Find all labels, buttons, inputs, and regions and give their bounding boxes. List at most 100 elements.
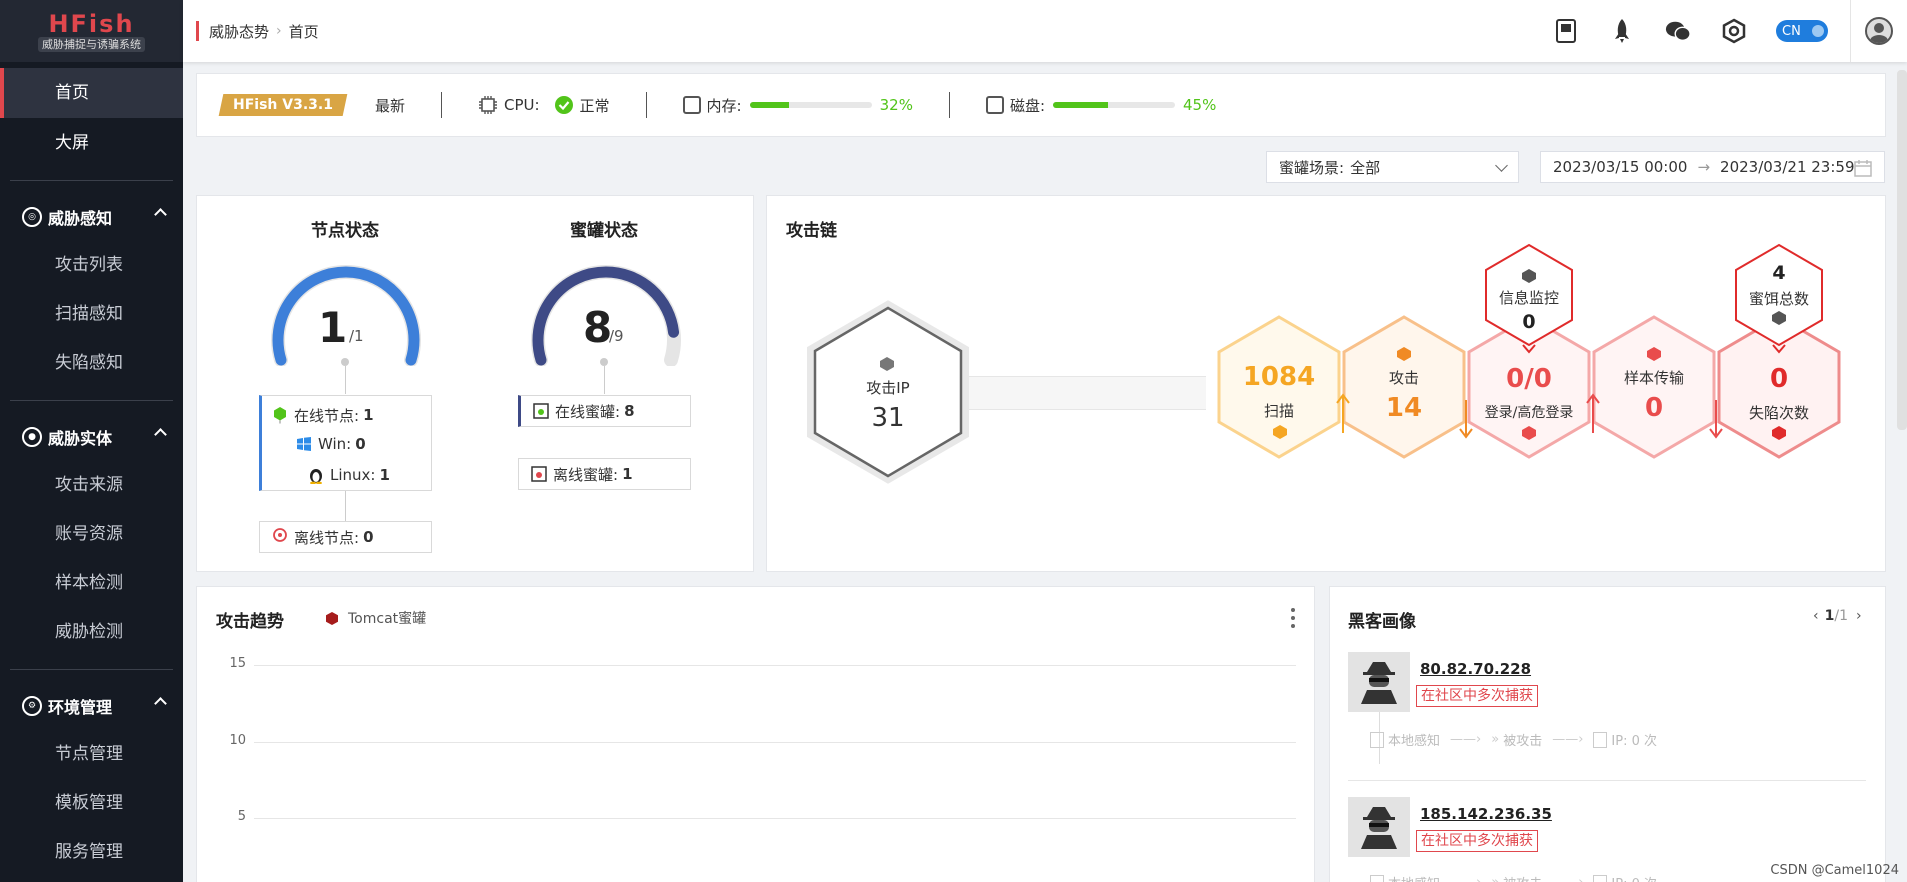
language-label: CN [1782, 23, 1801, 39]
shield-icon: ● [22, 427, 42, 447]
bait-value[interactable]: 4 [1724, 262, 1834, 284]
pager-total: /1 [1834, 608, 1848, 624]
hacker-ip-link[interactable]: 185.142.236.35 [1420, 805, 1552, 823]
check-circle-icon [554, 95, 574, 115]
nav-home[interactable]: 首页 [0, 68, 183, 118]
fall-value[interactable]: 0 [1734, 364, 1824, 394]
more-options-icon[interactable] [1290, 608, 1296, 628]
hacker-chain: 本地感知 ——› » 被攻击 ——› IP: 0 次 [1370, 873, 1657, 882]
nav-account-resource[interactable]: 账号资源 [0, 510, 183, 559]
disk-progress [1053, 102, 1176, 108]
arrow-right-icon: ——› [1450, 875, 1481, 882]
nav-sample-detection[interactable]: 样本检测 [0, 559, 183, 608]
attack-chain-diagram [807, 243, 1841, 484]
breadcrumb-item[interactable]: 威胁态势 [209, 21, 269, 42]
date-range-picker[interactable]: 2023/03/15 00:00 → 2023/03/21 23:59 [1540, 151, 1885, 183]
attack-chevron-icon: » [1491, 875, 1499, 882]
sidebar: HFish 威胁捕捉与诱骗系统 首页 大屏 ◎ 威胁感知 攻击列表 扫描感知 失… [0, 0, 183, 882]
rocket-icon[interactable] [1609, 18, 1635, 44]
scan-value[interactable]: 1084 [1234, 362, 1324, 392]
online-nodes-value: 1 [363, 406, 374, 424]
linux-icon [308, 466, 324, 484]
login-value[interactable]: 0/0 [1469, 364, 1589, 394]
sample-value[interactable]: 0 [1609, 393, 1699, 423]
attack-ip-label: 攻击IP [866, 379, 910, 397]
breadcrumb: 威胁态势 › 首页 [209, 21, 319, 42]
offline-honeypots-label: 离线蜜罐: [553, 465, 619, 484]
wechat-icon[interactable] [1665, 18, 1691, 44]
date-arrow: → [1697, 158, 1711, 176]
trend-legend[interactable]: Tomcat蜜罐 [326, 608, 426, 628]
chain-step: 被攻击 [1503, 873, 1542, 882]
nav-template-management[interactable]: 模板管理 [0, 779, 183, 828]
chevron-right-icon: › [276, 23, 282, 39]
avatar-icon[interactable] [1865, 17, 1893, 45]
breadcrumb-item: 首页 [288, 22, 319, 41]
scene-select[interactable]: 蜜罐场景: 全部 [1266, 151, 1519, 183]
chevron-left-icon[interactable]: ‹ [1813, 608, 1819, 624]
divider [1850, 0, 1851, 62]
sample-label: 样本传输 [1623, 369, 1684, 387]
nav-service-management[interactable]: 服务管理 [0, 828, 183, 877]
scene-label: 蜜罐场景: [1279, 158, 1345, 177]
language-toggle[interactable]: CN [1776, 20, 1828, 42]
hacker-card[interactable]: 80.82.70.228 在社区中多次捕获 本地感知 ——› » 被攻击 ——›… [1348, 652, 1898, 782]
attack-value[interactable]: 14 [1359, 393, 1449, 423]
grid-line [254, 818, 1296, 819]
nav-bigscreen[interactable]: 大屏 [0, 118, 183, 168]
fall-label: 失陷次数 [1748, 404, 1809, 422]
divider [10, 669, 173, 670]
linux-label: Linux: [330, 466, 376, 484]
nav-node-management[interactable]: 节点管理 [0, 730, 183, 779]
attack-ip-value[interactable]: 31 [843, 403, 933, 433]
bait-icon [1771, 310, 1787, 330]
group-label: 威胁实体 [48, 429, 113, 448]
hacker-ip-link[interactable]: 80.82.70.228 [1420, 660, 1531, 678]
grid-line [254, 665, 1296, 666]
nav-scan-perception[interactable]: 扫描感知 [0, 290, 183, 339]
disk-progress-fill [1053, 102, 1108, 108]
nav-threat-detection[interactable]: 威胁检测 [0, 608, 183, 657]
version-text: HFish V3.3.1 [233, 97, 333, 113]
ip-icon [1593, 731, 1608, 748]
honeypot-online-icon [533, 403, 549, 419]
connector-line [604, 366, 605, 394]
nav-attack-list[interactable]: 攻击列表 [0, 241, 183, 290]
version-badge: HFish V3.3.1 [218, 94, 348, 116]
memory-progress-fill [749, 102, 789, 108]
cpu-state: 正常 [579, 96, 610, 115]
win-row: Win: 0 [272, 428, 366, 460]
calendar-icon [1854, 159, 1872, 177]
nav-fall-perception[interactable]: 失陷感知 [0, 339, 183, 388]
hacker-icon [1361, 662, 1397, 704]
attack-trend-title: 攻击趋势 [216, 612, 284, 632]
breadcrumb-marker [196, 21, 199, 41]
system-status-bar: HFish V3.3.1 最新 CPU: 正常 内存: 32% 磁盘: 45% [196, 73, 1886, 137]
scrollbar[interactable] [1897, 70, 1907, 430]
group-label: 威胁感知 [48, 209, 113, 228]
attack-label: 攻击 [1388, 369, 1419, 387]
attack-trend-panel [196, 586, 1315, 882]
logo-title: HFish [48, 9, 135, 38]
connector-line [345, 366, 346, 394]
hacker-pager: ‹ 1 /1 › [1813, 608, 1862, 624]
logo-subtitle: 威胁捕捉与诱骗系统 [38, 36, 145, 52]
monitor-value[interactable]: 0 [1474, 311, 1584, 333]
logo[interactable]: HFish 威胁捕捉与诱骗系统 [0, 0, 183, 62]
chevron-right-icon[interactable]: › [1856, 608, 1862, 624]
group-threat-perception[interactable]: ◎ 威胁感知 [0, 193, 183, 241]
hacker-tag: 在社区中多次捕获 [1416, 685, 1538, 707]
chain-step: IP: 0 次 [1611, 873, 1657, 882]
group-env-management[interactable]: ⚙ 环境管理 [0, 682, 183, 730]
offline-honeypots-box: 离线蜜罐: 1 [518, 458, 691, 490]
memory-label: 内存: [706, 96, 742, 115]
online-nodes-box: 在线节点: 1 Win: 0 Linux: 1 [259, 395, 432, 491]
win-label: Win: [318, 435, 352, 453]
disk-icon [985, 96, 1004, 114]
nav-attack-source[interactable]: 攻击来源 [0, 461, 183, 510]
manual-icon[interactable] [1553, 18, 1579, 44]
hexagon-icon[interactable] [1721, 18, 1747, 44]
bait-label: 蜜饵总数 [1748, 290, 1809, 308]
group-threat-entity[interactable]: ● 威胁实体 [0, 413, 183, 461]
grid-line [254, 742, 1296, 743]
